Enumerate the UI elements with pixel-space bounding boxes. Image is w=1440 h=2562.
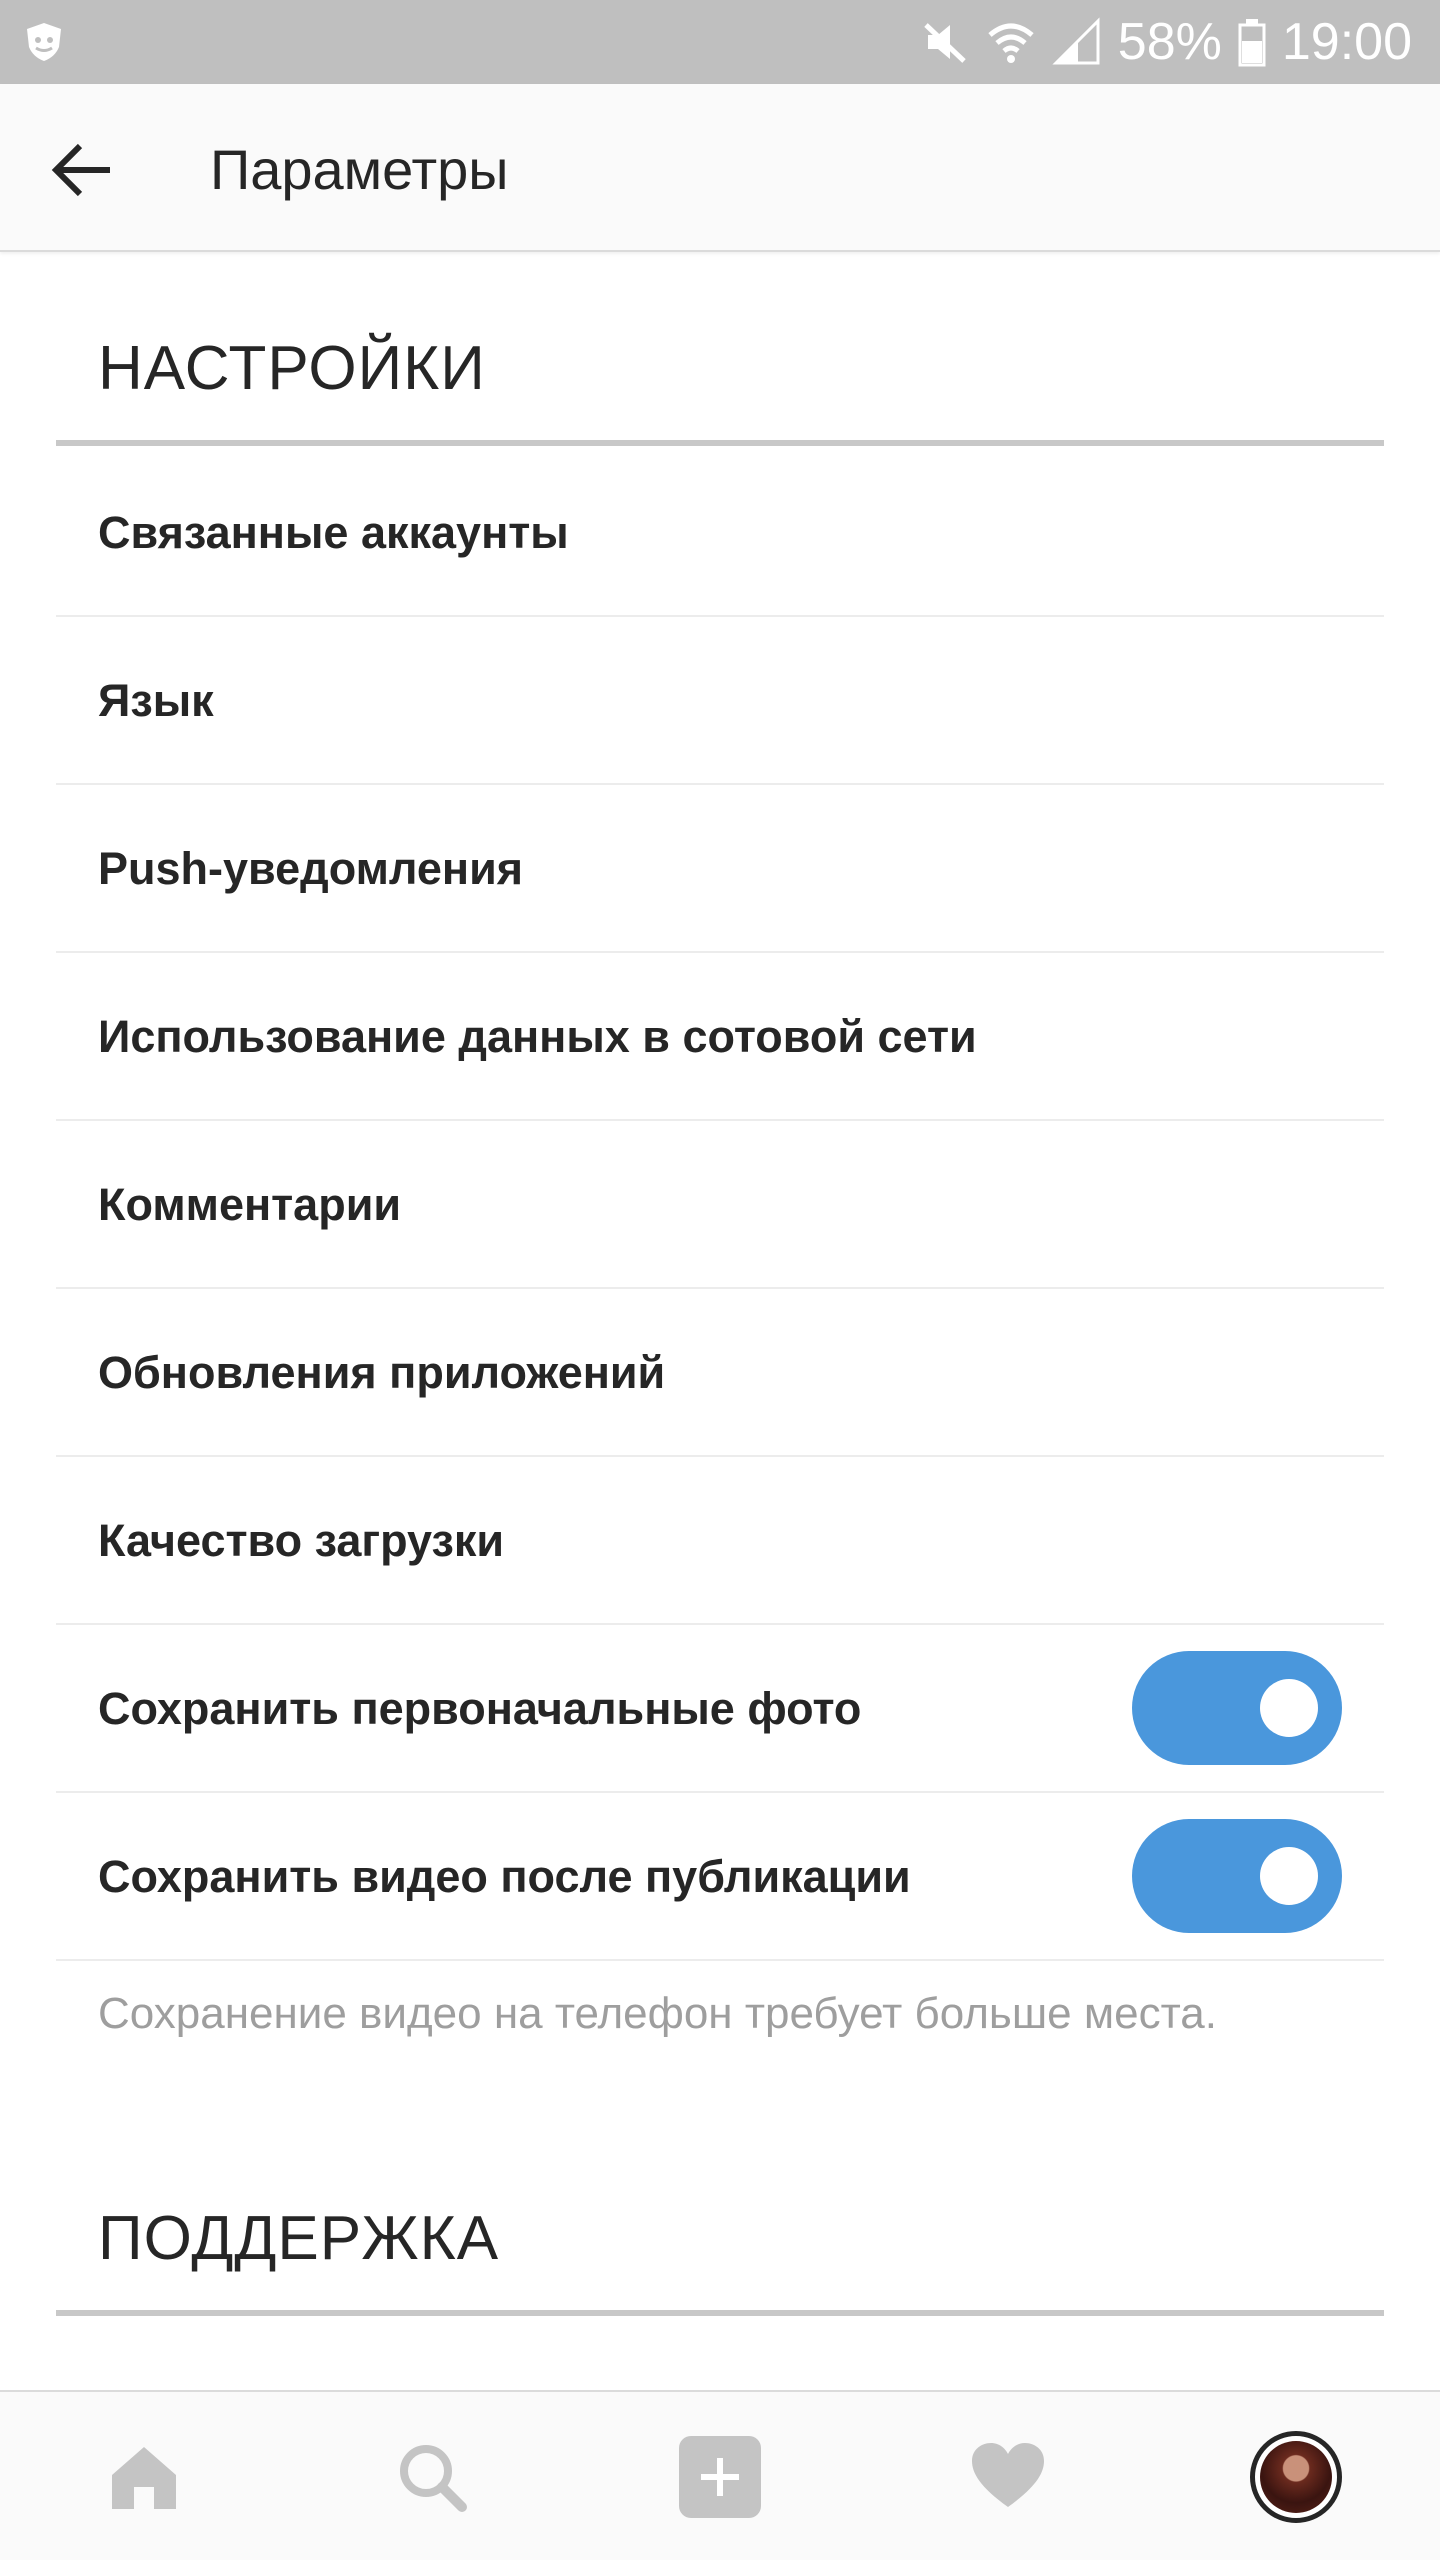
settings-item-label: Качество загрузки	[98, 1515, 505, 1566]
back-button[interactable]	[40, 128, 124, 212]
nav-home[interactable]	[0, 2392, 288, 2562]
settings-item-linked-accounts[interactable]: Связанные аккаунты	[56, 449, 1384, 617]
page-title: Параметры	[210, 138, 509, 201]
section-header-settings: НАСТРОЙКИ	[56, 254, 1384, 446]
settings-item-language[interactable]: Язык	[56, 617, 1384, 785]
settings-item-app-updates[interactable]: Обновления приложений	[56, 1289, 1384, 1457]
status-bar: 58% 19:00	[0, 0, 1440, 84]
settings-item-label: Комментарии	[98, 1179, 402, 1230]
bottom-navigation	[0, 2390, 1440, 2560]
battery-icon	[1238, 17, 1266, 67]
wifi-icon	[986, 17, 1036, 67]
nav-search[interactable]	[288, 2392, 576, 2562]
arrow-left-icon	[51, 143, 110, 197]
signal-icon	[1052, 17, 1102, 67]
settings-item-label: Язык	[98, 675, 214, 726]
settings-item-label: Обновления приложений	[98, 1347, 666, 1398]
settings-item-label: Связанные аккаунты	[98, 507, 569, 558]
heart-icon	[972, 2443, 1044, 2507]
section-header-title: НАСТРОЙКИ	[98, 334, 486, 403]
save-original-photos-toggle[interactable]	[1132, 1651, 1342, 1765]
home-icon	[112, 2447, 176, 2509]
settings-item-save-original-photos[interactable]: Сохранить первоначальные фото	[56, 1625, 1384, 1793]
settings-item-comments[interactable]: Комментарии	[56, 1121, 1384, 1289]
shield-icon	[22, 20, 66, 64]
toggle-knob	[1260, 1847, 1318, 1905]
section-header-title: ПОДДЕРЖКА	[98, 2204, 500, 2273]
section-header-support-block: ПОДДЕРЖКА	[56, 2124, 1384, 2316]
profile-avatar	[1250, 2431, 1342, 2523]
video-storage-note: Сохранение видео на телефон требует боль…	[98, 1989, 1217, 2038]
settings-item-push-notifications[interactable]: Push-уведомления	[56, 785, 1384, 953]
settings-item-save-videos[interactable]: Сохранить видео после публикации	[56, 1793, 1384, 1961]
clock: 19:00	[1281, 13, 1412, 71]
settings-list: НАСТРОЙКИ Связанные аккаунты Язык Push-у…	[0, 254, 1440, 2390]
nav-profile[interactable]	[1152, 2392, 1440, 2562]
mute-icon	[920, 17, 970, 67]
battery-percent: 58%	[1117, 13, 1222, 71]
nav-activity[interactable]	[864, 2392, 1152, 2562]
add-post-icon	[679, 2436, 761, 2518]
settings-item-upload-quality[interactable]: Качество загрузки	[56, 1457, 1384, 1625]
app-bar: Параметры	[0, 84, 1440, 252]
settings-item-label: Сохранить первоначальные фото	[98, 1683, 862, 1734]
nav-add-post[interactable]	[576, 2392, 864, 2562]
avatar-image	[1260, 2441, 1332, 2513]
save-videos-toggle[interactable]	[1132, 1819, 1342, 1933]
toggle-knob	[1260, 1679, 1318, 1737]
settings-item-cellular-data[interactable]: Использование данных в сотовой сети	[56, 953, 1384, 1121]
search-icon	[400, 2445, 467, 2512]
settings-item-label: Сохранить видео после публикации	[98, 1851, 911, 1902]
settings-item-label: Использование данных в сотовой сети	[98, 1011, 977, 1062]
settings-item-label: Push-уведомления	[98, 843, 523, 894]
